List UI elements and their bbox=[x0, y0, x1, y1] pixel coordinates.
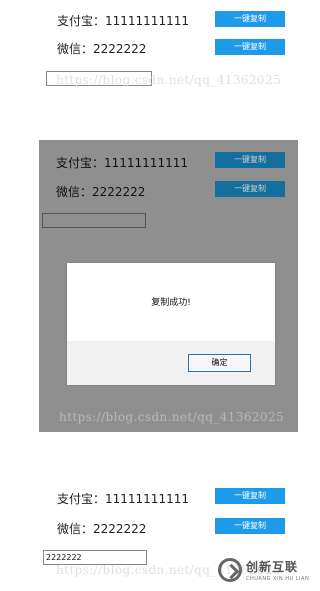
alipay-label: 支付宝：11111111111 bbox=[56, 156, 188, 170]
watermark-text: https://blog.csdn.net/qq_41362025 bbox=[59, 410, 285, 424]
logo-text: 创新互联 CHUANG XIN HU LIAN bbox=[246, 558, 309, 582]
wechat-label: 微信：2222222 bbox=[56, 185, 146, 199]
frame-initial: 支付宝：11111111111 一键复制 微信：2222222 一键复制 htt… bbox=[0, 0, 315, 110]
copy-wechat-button[interactable]: 一键复制 bbox=[215, 181, 285, 197]
copy-wechat-button[interactable]: 一键复制 bbox=[215, 518, 285, 534]
copy-wechat-button[interactable]: 一键复制 bbox=[215, 39, 285, 55]
copy-alipay-button[interactable]: 一键复制 bbox=[215, 152, 285, 168]
copy-target-input[interactable] bbox=[46, 71, 152, 86]
dialog-message: 复制成功! bbox=[151, 298, 191, 308]
copy-target-input[interactable] bbox=[43, 550, 147, 565]
alert-dialog: 复制成功! 确定 bbox=[67, 263, 275, 385]
alipay-label: 支付宝：11111111111 bbox=[57, 492, 189, 506]
copy-alipay-button[interactable]: 一键复制 bbox=[215, 11, 285, 27]
copy-target-input[interactable] bbox=[42, 213, 146, 228]
copy-alipay-button[interactable]: 一键复制 bbox=[215, 488, 285, 504]
dialog-ok-button[interactable]: 确定 bbox=[188, 354, 251, 372]
brand-logo: 创新互联 CHUANG XIN HU LIAN bbox=[214, 548, 315, 591]
wechat-label: 微信：2222222 bbox=[57, 522, 147, 536]
logo-name-cn: 创新互联 bbox=[246, 559, 299, 574]
frame-dialog-overlay: 支付宝：11111111111 一键复制 微信：2222222 一键复制 复制成… bbox=[39, 140, 298, 432]
x-circle-icon bbox=[218, 557, 242, 582]
logo-name-en: CHUANG XIN HU LIAN bbox=[246, 575, 310, 582]
alipay-label: 支付宝：11111111111 bbox=[57, 14, 189, 28]
wechat-label: 微信：2222222 bbox=[57, 42, 147, 56]
